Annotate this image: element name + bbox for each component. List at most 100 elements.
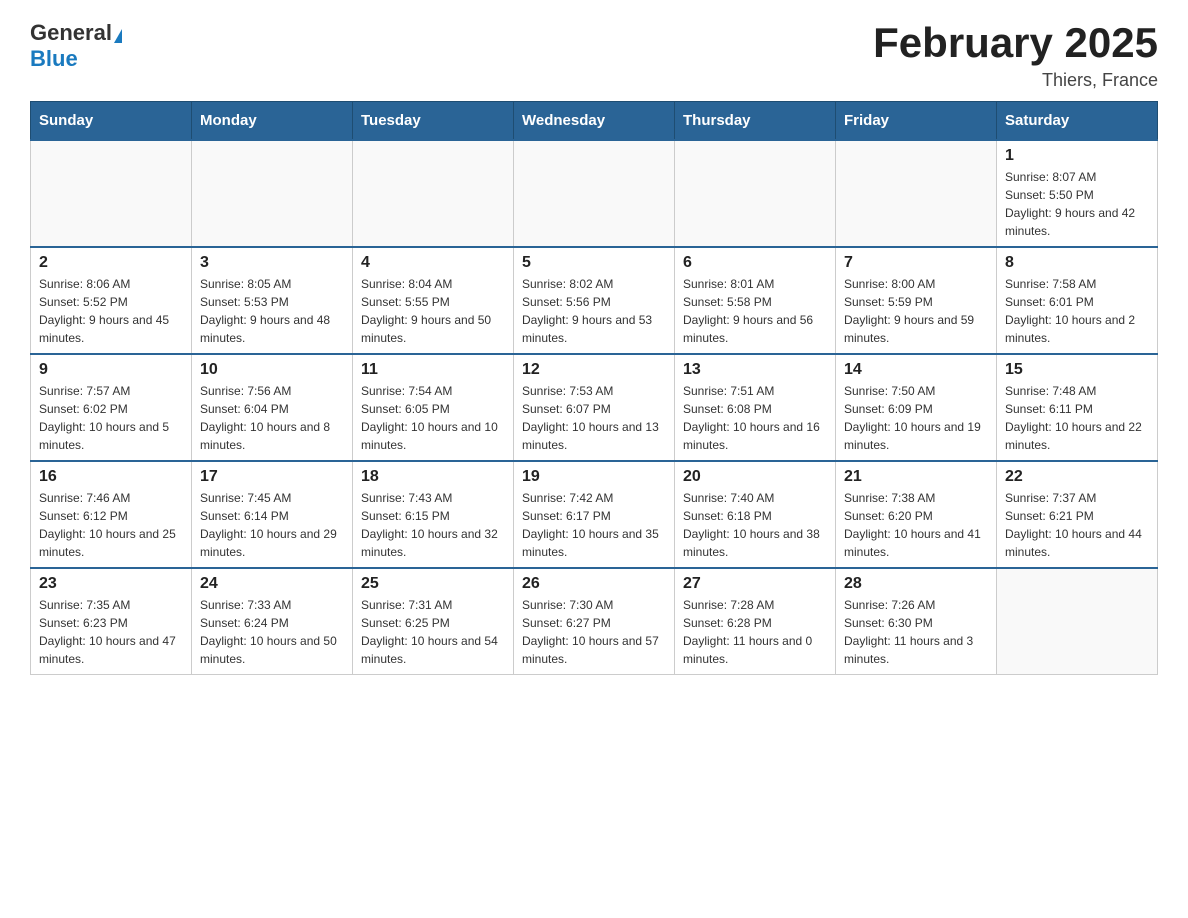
logo-bottom: Blue: [30, 46, 78, 72]
day-number: 24: [200, 575, 344, 593]
calendar-day-cell: 16Sunrise: 7:46 AM Sunset: 6:12 PM Dayli…: [31, 461, 192, 568]
calendar-day-cell: [836, 140, 997, 247]
day-info: Sunrise: 7:56 AM Sunset: 6:04 PM Dayligh…: [200, 382, 344, 454]
day-info: Sunrise: 7:26 AM Sunset: 6:30 PM Dayligh…: [844, 596, 988, 668]
day-info: Sunrise: 8:07 AM Sunset: 5:50 PM Dayligh…: [1005, 168, 1149, 240]
day-info: Sunrise: 7:38 AM Sunset: 6:20 PM Dayligh…: [844, 489, 988, 561]
day-number: 7: [844, 254, 988, 272]
day-info: Sunrise: 7:53 AM Sunset: 6:07 PM Dayligh…: [522, 382, 666, 454]
month-title: February 2025: [873, 20, 1158, 66]
day-number: 13: [683, 361, 827, 379]
day-number: 18: [361, 468, 505, 486]
day-of-week-header: Tuesday: [353, 102, 514, 141]
location-text: Thiers, France: [873, 70, 1158, 91]
day-number: 10: [200, 361, 344, 379]
day-number: 3: [200, 254, 344, 272]
day-info: Sunrise: 7:35 AM Sunset: 6:23 PM Dayligh…: [39, 596, 183, 668]
day-info: Sunrise: 7:54 AM Sunset: 6:05 PM Dayligh…: [361, 382, 505, 454]
day-of-week-header: Monday: [192, 102, 353, 141]
calendar-day-cell: 5Sunrise: 8:02 AM Sunset: 5:56 PM Daylig…: [514, 247, 675, 354]
day-info: Sunrise: 8:06 AM Sunset: 5:52 PM Dayligh…: [39, 275, 183, 347]
calendar-header-row: SundayMondayTuesdayWednesdayThursdayFrid…: [31, 102, 1158, 141]
day-info: Sunrise: 8:00 AM Sunset: 5:59 PM Dayligh…: [844, 275, 988, 347]
calendar-day-cell: 4 Sunrise: 8:04 AM Sunset: 5:55 PM Daylig…: [353, 247, 514, 354]
calendar-day-cell: 2 Sunrise: 8:06 AM Sunset: 5:52 PM Daylig…: [31, 247, 192, 354]
title-area: February 2025 Thiers, France: [873, 20, 1158, 91]
day-number: 28: [844, 575, 988, 593]
logo-general-text: General: [30, 20, 112, 45]
day-number: 11: [361, 361, 505, 379]
day-info: Sunrise: 8:04 AM Sunset: 5:55 PM Dayligh…: [361, 275, 505, 347]
calendar-day-cell: 19 Sunrise: 7:42 AM Sunset: 6:17 PM Dayli…: [514, 461, 675, 568]
calendar-day-cell: 3Sunrise: 8:05 AM Sunset: 5:53 PM Daylig…: [192, 247, 353, 354]
calendar-day-cell: 1 Sunrise: 8:07 AM Sunset: 5:50 PM Daylig…: [997, 140, 1158, 247]
calendar-day-cell: 25 Sunrise: 7:31 AM Sunset: 6:25 PM Dayli…: [353, 568, 514, 675]
day-of-week-header: Wednesday: [514, 102, 675, 141]
calendar-day-cell: 8Sunrise: 7:58 AM Sunset: 6:01 PM Daylig…: [997, 247, 1158, 354]
day-info: Sunrise: 7:33 AM Sunset: 6:24 PM Dayligh…: [200, 596, 344, 668]
day-info: Sunrise: 7:50 AM Sunset: 6:09 PM Dayligh…: [844, 382, 988, 454]
calendar-day-cell: 6 Sunrise: 8:01 AM Sunset: 5:58 PM Daylig…: [675, 247, 836, 354]
day-info: Sunrise: 7:46 AM Sunset: 6:12 PM Dayligh…: [39, 489, 183, 561]
calendar-day-cell: 20 Sunrise: 7:40 AM Sunset: 6:18 PM Dayli…: [675, 461, 836, 568]
calendar-day-cell: 22Sunrise: 7:37 AM Sunset: 6:21 PM Dayli…: [997, 461, 1158, 568]
day-info: Sunrise: 7:43 AM Sunset: 6:15 PM Dayligh…: [361, 489, 505, 561]
logo-triangle-icon: [114, 29, 122, 43]
day-number: 19: [522, 468, 666, 486]
day-info: Sunrise: 7:51 AM Sunset: 6:08 PM Dayligh…: [683, 382, 827, 454]
day-of-week-header: Thursday: [675, 102, 836, 141]
calendar-day-cell: 12 Sunrise: 7:53 AM Sunset: 6:07 PM Dayli…: [514, 354, 675, 461]
day-info: Sunrise: 7:48 AM Sunset: 6:11 PM Dayligh…: [1005, 382, 1149, 454]
day-number: 6: [683, 254, 827, 272]
day-info: Sunrise: 7:31 AM Sunset: 6:25 PM Dayligh…: [361, 596, 505, 668]
day-number: 17: [200, 468, 344, 486]
calendar-week-row: 2 Sunrise: 8:06 AM Sunset: 5:52 PM Daylig…: [31, 247, 1158, 354]
day-number: 14: [844, 361, 988, 379]
calendar-day-cell: 11 Sunrise: 7:54 AM Sunset: 6:05 PM Dayli…: [353, 354, 514, 461]
day-number: 23: [39, 575, 183, 593]
calendar-day-cell: 21 Sunrise: 7:38 AM Sunset: 6:20 PM Dayli…: [836, 461, 997, 568]
day-number: 21: [844, 468, 988, 486]
calendar-day-cell: 28 Sunrise: 7:26 AM Sunset: 6:30 PM Dayli…: [836, 568, 997, 675]
day-of-week-header: Saturday: [997, 102, 1158, 141]
day-number: 12: [522, 361, 666, 379]
calendar-day-cell: 17 Sunrise: 7:45 AM Sunset: 6:14 PM Dayli…: [192, 461, 353, 568]
day-info: Sunrise: 7:45 AM Sunset: 6:14 PM Dayligh…: [200, 489, 344, 561]
day-number: 26: [522, 575, 666, 593]
day-info: Sunrise: 7:40 AM Sunset: 6:18 PM Dayligh…: [683, 489, 827, 561]
day-info: Sunrise: 7:42 AM Sunset: 6:17 PM Dayligh…: [522, 489, 666, 561]
calendar-day-cell: 7 Sunrise: 8:00 AM Sunset: 5:59 PM Daylig…: [836, 247, 997, 354]
day-info: Sunrise: 7:37 AM Sunset: 6:21 PM Dayligh…: [1005, 489, 1149, 561]
day-number: 2: [39, 254, 183, 272]
day-number: 15: [1005, 361, 1149, 379]
calendar-week-row: 16Sunrise: 7:46 AM Sunset: 6:12 PM Dayli…: [31, 461, 1158, 568]
day-info: Sunrise: 7:58 AM Sunset: 6:01 PM Dayligh…: [1005, 275, 1149, 347]
calendar-table: SundayMondayTuesdayWednesdayThursdayFrid…: [30, 101, 1158, 675]
logo-blue-text: Blue: [30, 46, 78, 71]
day-number: 1: [1005, 147, 1149, 165]
calendar-day-cell: [353, 140, 514, 247]
calendar-day-cell: [514, 140, 675, 247]
calendar-day-cell: 23 Sunrise: 7:35 AM Sunset: 6:23 PM Dayli…: [31, 568, 192, 675]
page-header: General Blue February 2025 Thiers, Franc…: [30, 20, 1158, 91]
day-info: Sunrise: 7:57 AM Sunset: 6:02 PM Dayligh…: [39, 382, 183, 454]
day-number: 25: [361, 575, 505, 593]
day-of-week-header: Sunday: [31, 102, 192, 141]
calendar-day-cell: 26Sunrise: 7:30 AM Sunset: 6:27 PM Dayli…: [514, 568, 675, 675]
logo-top: General: [30, 20, 122, 46]
calendar-day-cell: [192, 140, 353, 247]
logo: General Blue: [30, 20, 122, 72]
day-number: 9: [39, 361, 183, 379]
calendar-day-cell: [31, 140, 192, 247]
day-info: Sunrise: 8:01 AM Sunset: 5:58 PM Dayligh…: [683, 275, 827, 347]
calendar-day-cell: 24 Sunrise: 7:33 AM Sunset: 6:24 PM Dayli…: [192, 568, 353, 675]
calendar-day-cell: 10 Sunrise: 7:56 AM Sunset: 6:04 PM Dayli…: [192, 354, 353, 461]
calendar-week-row: 9 Sunrise: 7:57 AM Sunset: 6:02 PM Daylig…: [31, 354, 1158, 461]
calendar-day-cell: 15 Sunrise: 7:48 AM Sunset: 6:11 PM Dayli…: [997, 354, 1158, 461]
day-number: 20: [683, 468, 827, 486]
day-number: 4: [361, 254, 505, 272]
calendar-day-cell: 13 Sunrise: 7:51 AM Sunset: 6:08 PM Dayli…: [675, 354, 836, 461]
day-info: Sunrise: 7:28 AM Sunset: 6:28 PM Dayligh…: [683, 596, 827, 668]
calendar-day-cell: 14 Sunrise: 7:50 AM Sunset: 6:09 PM Dayli…: [836, 354, 997, 461]
day-info: Sunrise: 8:02 AM Sunset: 5:56 PM Dayligh…: [522, 275, 666, 347]
